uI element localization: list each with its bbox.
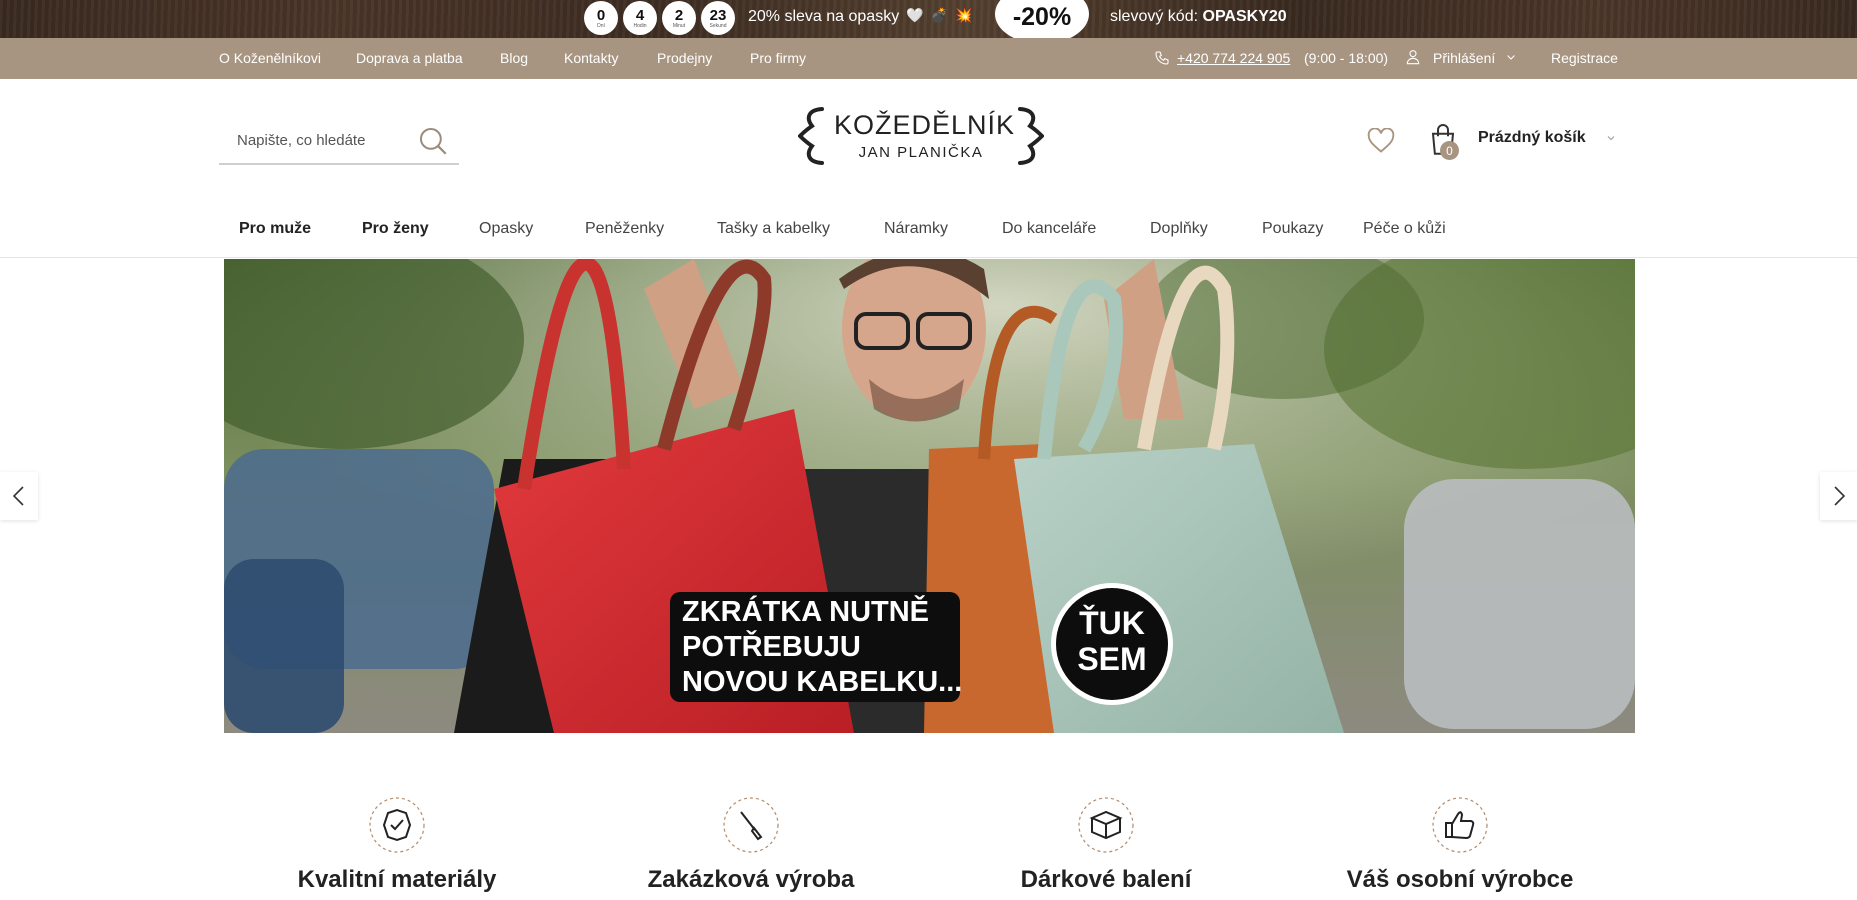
topnav-link-blog[interactable]: Blog [500,50,528,66]
user-icon [1406,50,1420,65]
chevron-down-icon[interactable] [1505,51,1517,63]
phone-number-link[interactable]: +420 774 224 905 [1177,50,1290,66]
feature-gift-wrapping: Dárkové balení [956,796,1256,894]
thumbs-up-icon [1432,797,1488,853]
menu-item-vouchers[interactable]: Poukazy [1262,220,1323,238]
hero-caption-line-2: POTŘEBUJU [682,629,861,663]
heart-icon[interactable] [1367,128,1395,154]
cart-count-badge: 0 [1440,141,1459,160]
slider-next-button[interactable] [1820,472,1857,520]
countdown-minutes: 2 Minut [662,1,696,35]
search-box [219,118,459,165]
topnav-link-contacts[interactable]: Kontakty [564,50,618,66]
search-icon[interactable] [416,124,450,158]
logo-right-brace-icon [1018,107,1044,165]
hero-caption-line-1: ZKRÁTKA NUTNĚ [682,594,929,628]
topnav-link-about[interactable]: O Koženělníkovi [219,50,321,66]
logo-subtext: JAN PLANIČKA [858,144,984,161]
awl-tool-icon [723,797,779,853]
menu-item-bracelets[interactable]: Náramky [884,220,948,238]
menu-item-accessories[interactable]: Doplňky [1150,220,1208,238]
site-logo[interactable]: KOŽEDĚLNÍK JAN PLANIČKA [798,106,1044,166]
hero-cta-line-1: ŤUK [1079,605,1145,641]
slider-prev-button[interactable] [0,472,38,520]
feature-title: Zakázková výroba [647,866,855,893]
chevron-right-icon [1834,486,1846,506]
main-menu: Pro muže Pro ženy Opasky Peněženky Tašky… [0,206,1857,258]
countdown-timer: 0 Dní 4 Hodin 2 Minut 23 Sekund [584,1,735,35]
topnav-link-business[interactable]: Pro firmy [750,50,806,66]
cart-label[interactable]: Prázdný košík [1478,129,1586,147]
countdown-value: 23 [709,6,727,24]
hero-cta-line-2: SEM [1077,641,1146,677]
promo-code-value: OPASKY20 [1202,8,1287,25]
heart-emoji-icon: 🤍 [906,8,924,24]
chevron-left-icon [12,486,24,506]
feature-title: Váš osobní výrobce [1346,866,1574,893]
hero-image: ZKRÁTKA NUTNĚ POTŘEBUJU NOVOU KABELKU...… [224,259,1635,733]
logo-left-brace-icon [798,107,824,165]
promo-code-label: slevový kód: [1110,8,1199,25]
menu-item-leather-care[interactable]: Péče o kůži [1363,220,1446,238]
hero-banner[interactable]: ZKRÁTKA NUTNĚ POTŘEBUJU NOVOU KABELKU...… [224,259,1635,733]
promo-bar: 0 Dní 4 Hodin 2 Minut 23 Sekund 20% slev… [0,0,1857,38]
chevron-down-icon[interactable] [1605,132,1617,144]
opening-hours: (9:00 - 18:00) [1304,50,1389,66]
menu-item-office[interactable]: Do kanceláře [1002,220,1096,238]
leather-badge-icon [369,797,425,853]
menu-item-belts[interactable]: Opasky [479,220,533,238]
register-link[interactable]: Registrace [1551,50,1618,66]
search-input[interactable] [219,118,414,162]
logo-text: KOŽEDĚLNÍK [834,110,1016,140]
discount-value: -20% [1012,3,1072,31]
feature-title: Dárkové balení [1020,866,1192,893]
hero-caption-line-3: NOVOU KABELKU... [682,666,962,698]
feature-personal-maker: Váš osobní výrobce [1310,796,1610,894]
countdown-seconds: 23 Sekund [701,1,735,35]
feature-custom-production: Zakázková výroba [601,796,901,894]
menu-item-bags[interactable]: Tašky a kabelky [717,220,830,238]
menu-item-wallets[interactable]: Peněženky [585,220,664,238]
feature-title: Kvalitní materiály [297,866,497,893]
topnav-link-stores[interactable]: Prodejny [657,50,712,66]
menu-item-women[interactable]: Pro ženy [362,220,429,238]
explosion-emoji-icon: 💥 [955,8,973,24]
promo-text: 20% sleva na opasky [748,8,900,25]
countdown-unit: Dní [597,22,605,29]
bomb-emoji-icon: 💣 [930,8,948,24]
countdown-value: 0 [596,6,606,24]
countdown-unit: Sekund [709,22,727,29]
menu-item-men[interactable]: Pro muže [239,220,311,238]
gift-box-icon [1078,797,1134,853]
countdown-days: 0 Dní [584,1,618,35]
countdown-unit: Hodin [633,22,647,29]
promo-code: slevový kód: OPASKY20 [1110,8,1287,26]
feature-quality-materials: Kvalitní materiály [247,796,547,894]
top-navigation: O Koženělníkovi Doprava a platba Blog Ko… [0,38,1857,79]
discount-badge: -20% [995,0,1089,38]
countdown-value: 4 [635,6,645,24]
phone-icon [1155,51,1169,65]
topnav-link-shipping[interactable]: Doprava a platba [356,50,463,66]
countdown-value: 2 [674,6,684,24]
countdown-unit: Minut [672,22,686,29]
login-link[interactable]: Přihlášení [1433,50,1495,66]
countdown-hours: 4 Hodin [623,1,657,35]
